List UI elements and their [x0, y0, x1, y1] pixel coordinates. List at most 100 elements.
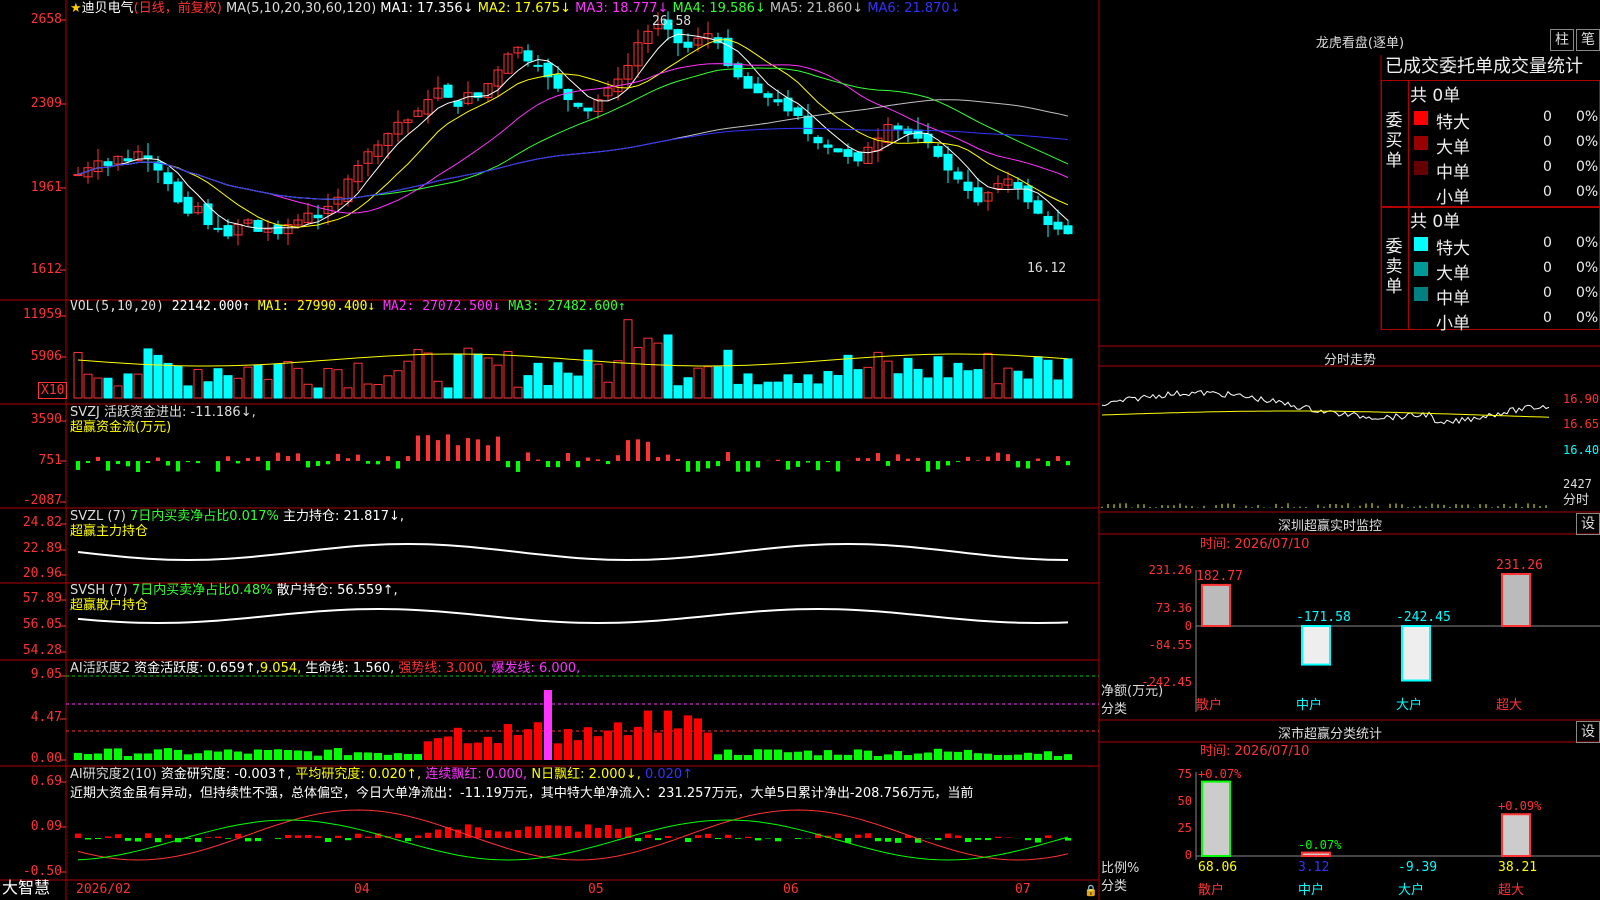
order-row-中单[interactable]: 中单 0 0%: [1408, 282, 1599, 309]
candle-body: [943, 153, 953, 171]
ma-value-2: MA2: 17.675↓: [473, 1, 571, 16]
chart-canvas[interactable]: [0, 0, 1600, 900]
order-row-大单[interactable]: 大单 0 0%: [1408, 257, 1599, 284]
flow-bar: [816, 461, 820, 471]
date-label-jun: 06: [783, 882, 799, 897]
candle-body: [933, 145, 943, 157]
flow-bar: [576, 461, 580, 468]
activity-bar: [1034, 753, 1042, 760]
volume-bar: [913, 368, 923, 399]
activity-bar: [254, 749, 262, 760]
monitor-axis-label: -84.55: [1148, 638, 1192, 652]
order-row-中单[interactable]: 中单 0 0%: [1408, 156, 1599, 183]
activity-bar: [534, 722, 542, 760]
monitor-title: 深圳超赢实时监控: [1277, 519, 1382, 534]
candle-body: [73, 174, 83, 177]
activity-bar: [1004, 755, 1012, 760]
activity-bar: [84, 754, 92, 760]
classify-settings-button[interactable]: 设: [1576, 721, 1600, 743]
volume-bar: [623, 319, 633, 399]
activity-bar: [114, 748, 122, 760]
order-row-小单[interactable]: 小单 0 0%: [1408, 307, 1599, 334]
activity-bar: [484, 736, 492, 760]
candle-body: [953, 171, 963, 180]
research-bar: [355, 833, 361, 838]
flow-bar: [346, 458, 350, 461]
volume-bar: [73, 351, 83, 399]
monitor-settings-button[interactable]: 设: [1576, 513, 1600, 535]
column-mode-button[interactable]: 柱: [1550, 29, 1574, 51]
classify-change-label: +0.09%: [1498, 799, 1542, 814]
activity-bar: [514, 734, 522, 760]
order-type: 中单: [1436, 163, 1470, 183]
research-bar: [635, 838, 641, 842]
flow-bar: [386, 456, 390, 461]
period-mode[interactable]: (日线，前复权): [134, 1, 222, 16]
volume-bar: [863, 366, 873, 399]
activity-bar: [94, 753, 102, 760]
activity-bar: [214, 751, 222, 760]
classify-axis-label: 0: [1184, 848, 1192, 862]
candle-body: [213, 227, 223, 230]
flow-bar: [636, 439, 640, 461]
classify-value-label: -9.39: [1398, 860, 1438, 875]
volume-bar: [553, 362, 563, 399]
volume-bar: [503, 350, 513, 399]
volume-bar: [163, 362, 173, 399]
research-bar: [955, 835, 961, 838]
flow-bar: [356, 454, 360, 461]
vol-unit-button[interactable]: X10: [38, 382, 68, 399]
color-swatch: [1414, 287, 1428, 301]
activity-bar: [774, 749, 782, 760]
high-mark: 26.58: [652, 14, 692, 29]
volume-bar: [353, 362, 363, 399]
lock-icon[interactable]: 🔒: [1084, 883, 1098, 898]
flow-bar: [186, 461, 190, 463]
activity-bar: [244, 753, 252, 760]
activity-bar: [994, 755, 1002, 760]
low-mark: 16.12: [1027, 261, 1067, 276]
candle-body: [1063, 225, 1073, 235]
order-row-小单[interactable]: 小单 0 0%: [1408, 181, 1599, 208]
activity-bar: [294, 750, 302, 760]
flow-bar: [176, 461, 180, 472]
order-type: 小单: [1436, 314, 1470, 334]
research-bar: [665, 835, 671, 838]
vol-ma3: MA3: 27482.600↑: [508, 299, 626, 314]
research-bar: [655, 838, 661, 841]
activity-bar: [544, 690, 552, 760]
order-row-特大[interactable]: 特大 0 0%: [1408, 232, 1599, 259]
flow-bar: [666, 454, 670, 461]
volume-bar: [413, 349, 423, 399]
candle-body: [583, 107, 593, 112]
activity-bar: [614, 722, 622, 760]
candle-body: [733, 63, 743, 78]
activity-bar: [914, 753, 922, 760]
flow-bar: [536, 459, 540, 461]
classify-bar-1: [1201, 780, 1231, 857]
research-bar: [995, 836, 1001, 838]
order-type: 中单: [1436, 289, 1470, 309]
sell-total: 共 0单: [1410, 212, 1461, 232]
activity-bar: [844, 754, 852, 760]
flow-bar: [656, 457, 660, 461]
order-row-特大[interactable]: 特大 0 0%: [1408, 106, 1599, 133]
volume-bar: [1053, 379, 1063, 399]
ai1-strong: 强势线: 3.000,: [398, 661, 488, 676]
order-percent: 0%: [1576, 134, 1599, 150]
tick-mode-button[interactable]: 笔: [1576, 29, 1600, 51]
activity-bar: [784, 752, 792, 760]
research-bar: [755, 838, 761, 841]
flow-bar: [476, 439, 480, 461]
flow-bar: [276, 452, 280, 461]
flow-bar: [956, 461, 960, 462]
stock-name[interactable]: 迪贝电气: [82, 1, 134, 16]
research-bar: [775, 838, 781, 842]
volume-bar: [603, 381, 613, 399]
activity-bar: [354, 752, 362, 760]
volume-bar: [373, 383, 383, 399]
vol-value: 22142.000↑: [171, 299, 251, 314]
flow-bar: [306, 461, 310, 468]
order-row-大单[interactable]: 大单 0 0%: [1408, 131, 1599, 158]
volume-bar: [283, 361, 293, 399]
